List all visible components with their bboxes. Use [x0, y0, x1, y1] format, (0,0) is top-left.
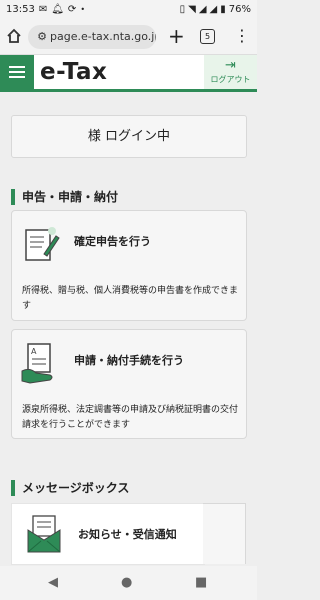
- app-header: e-Tax ⇥ ログアウト: [0, 55, 257, 92]
- new-tab-icon[interactable]: +: [168, 25, 185, 47]
- login-status-card: 様 ログイン中: [11, 115, 247, 158]
- card-title: 確定申告を行う: [74, 235, 151, 248]
- logout-label: ログアウト: [210, 75, 251, 84]
- vibrate-icon: ▯: [179, 4, 186, 15]
- address-bar[interactable]: ⚙ page.e-tax.nta.go.jp: [28, 25, 156, 49]
- tax-form-icon: [25, 227, 60, 261]
- status-time: 13:53: [6, 4, 35, 15]
- card-description: 所得税、贈与税、個人消費税等の申告書を作成できます: [22, 286, 239, 311]
- envelope-icon: [27, 515, 61, 553]
- card-title: 申請・納付手続を行う: [74, 354, 184, 367]
- menu-line: [9, 76, 25, 78]
- card-description: 源泉所得税、法定調書等の申請及び納税証明書の交付請求を行うことができます: [22, 405, 239, 430]
- battery-icon: ▮: [220, 4, 226, 15]
- signal-icon: ◢: [198, 4, 207, 15]
- section-heading-filing: 申告・申請・納付: [11, 189, 118, 205]
- sync-icon: ⟳: [67, 4, 77, 15]
- section-heading-messages: メッセージボックス: [11, 480, 129, 496]
- battery-percent: 76%: [228, 4, 251, 15]
- card-title: お知らせ・受信通知: [78, 528, 177, 541]
- bell-icon: 🔔︎: [51, 4, 64, 15]
- signal-icon-2: ◢: [209, 4, 218, 15]
- card-notifications[interactable]: お知らせ・受信通知: [11, 503, 205, 565]
- menu-line: [9, 66, 25, 68]
- logout-button[interactable]: ⇥ ログアウト: [204, 55, 257, 89]
- status-bar: 13:53 ✉ 🔔︎ ⟳ • ▯ ◥ ◢ ◢ ▮ 76%: [0, 0, 257, 20]
- home-nav-icon[interactable]: ●: [121, 575, 132, 590]
- card-tax-return[interactable]: 確定申告を行う 所得税、贈与税、個人消費税等の申告書を作成できます: [11, 210, 247, 321]
- logout-icon: ⇥: [225, 58, 236, 73]
- more-menu-icon[interactable]: ⋮: [234, 26, 250, 46]
- more-notifications-icon: •: [80, 5, 86, 14]
- tab-switcher-button[interactable]: 5: [200, 29, 215, 44]
- mail-icon: ✉: [38, 4, 48, 15]
- menu-line: [9, 71, 25, 73]
- home-icon[interactable]: [6, 28, 22, 44]
- wifi-icon: ◥: [188, 4, 196, 15]
- back-icon[interactable]: ◀: [48, 575, 58, 590]
- system-nav-bar: ◀ ● ■: [0, 566, 257, 600]
- recents-icon[interactable]: ■: [195, 575, 207, 590]
- etax-logo: e-Tax: [40, 59, 108, 85]
- card-application-payment[interactable]: A 申請・納付手続を行う 源泉所得税、法定調書等の申請及び納税証明書の交付請求を…: [11, 329, 247, 439]
- site-settings-icon[interactable]: ⚙: [34, 25, 50, 49]
- hamburger-menu-button[interactable]: [0, 55, 34, 89]
- card-edge: [203, 503, 246, 564]
- svg-text:A: A: [31, 347, 37, 356]
- browser-toolbar: ⚙ page.e-tax.nta.go.jp + 5 ⋮: [0, 20, 257, 55]
- url-text: page.e-tax.nta.go.jp: [50, 30, 156, 43]
- document-hand-icon: A: [21, 343, 53, 384]
- login-status-text: 様 ログイン中: [87, 129, 171, 144]
